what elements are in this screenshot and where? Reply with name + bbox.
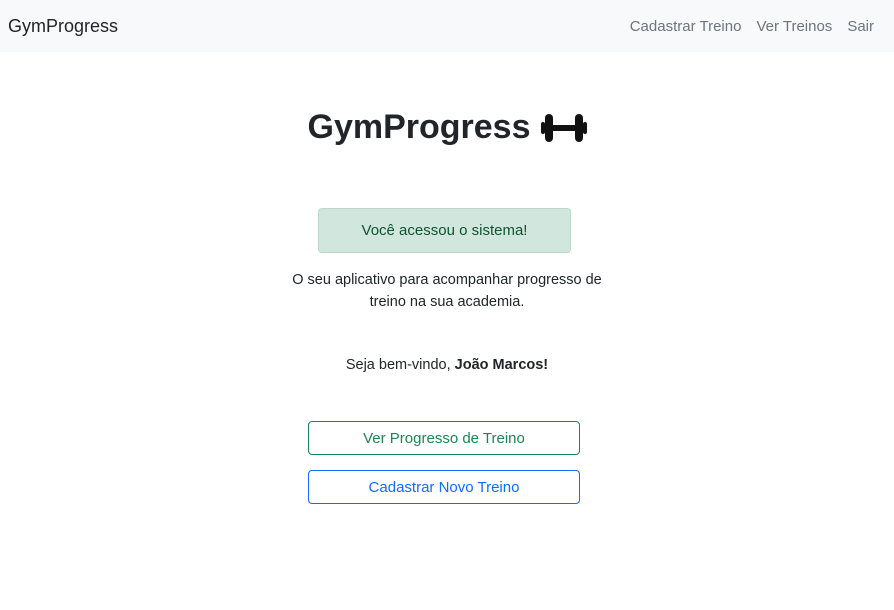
nav-link-sair[interactable]: Sair (847, 18, 874, 35)
register-workout-button[interactable]: Cadastrar Novo Treino (308, 470, 580, 504)
welcome-prefix: Seja bem-vindo, (345, 357, 455, 373)
nav-link-ver-treinos[interactable]: Ver Treinos (756, 18, 832, 35)
user-name: João Marcos! (454, 357, 549, 373)
page-title-text: GymProgress (307, 108, 531, 146)
navbar-brand[interactable]: GymProgress (8, 16, 118, 37)
app-description: O seu aplicativo para acompanhar progres… (292, 272, 602, 310)
dumbbell-icon (540, 111, 587, 145)
success-alert: Você acessou o sistema! (318, 208, 571, 253)
navbar-links: Cadastrar Treino Ver Treinos Sair (630, 18, 874, 35)
nav-link-cadastrar-treino[interactable]: Cadastrar Treino (630, 18, 742, 35)
navbar: GymProgress Cadastrar Treino Ver Treinos… (0, 0, 894, 52)
welcome-message: Seja bem-vindo, João Marcos! (0, 357, 894, 373)
page-title: GymProgress (0, 108, 894, 147)
main-content: GymProgress Você acessou o sistema! O se… (0, 52, 894, 610)
view-progress-button[interactable]: Ver Progresso de Treino (308, 421, 580, 455)
